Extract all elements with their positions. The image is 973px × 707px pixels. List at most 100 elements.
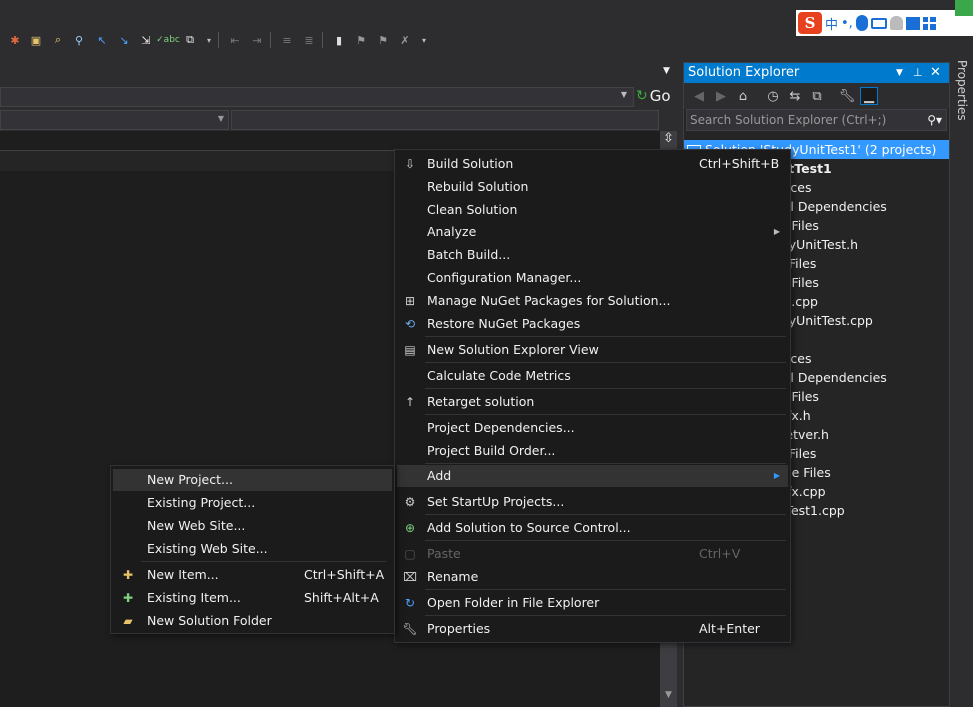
gear-icon: ⚙ bbox=[404, 495, 416, 509]
sogou-logo-icon[interactable]: S bbox=[798, 12, 822, 34]
back-icon[interactable]: ◀ bbox=[690, 87, 708, 105]
submenu-arrow-icon: ▶ bbox=[773, 471, 780, 480]
menu-item-new-solution-folder[interactable]: ▰ New Solution Folder bbox=[113, 610, 392, 632]
solution-explorer-search[interactable]: Search Solution Explorer (Ctrl+;) ⚲▾ bbox=[686, 109, 947, 131]
menu-item-batch-build[interactable]: Batch Build... bbox=[397, 244, 788, 266]
clear-bookmarks-icon[interactable]: ✗ bbox=[396, 31, 414, 49]
ime-toolbar: S 中 •, bbox=[796, 10, 973, 36]
skin-icon[interactable] bbox=[905, 16, 920, 30]
ime-punctuation-toggle[interactable]: •, bbox=[841, 16, 853, 31]
prev-bookmark-icon[interactable]: ⚑ bbox=[352, 31, 370, 49]
split-handle-icon[interactable]: ⇳ bbox=[660, 131, 677, 149]
close-icon[interactable]: ✕ bbox=[930, 63, 941, 83]
menu-item-build-solution[interactable]: ⇩ Build Solution Ctrl+Shift+B bbox=[397, 153, 788, 175]
properties-tab-label[interactable]: Properties bbox=[955, 60, 969, 121]
user-icon[interactable] bbox=[889, 16, 903, 30]
add-submenu: New Project... Existing Project... New W… bbox=[110, 465, 395, 634]
menu-item-rename[interactable]: ⌧ Rename bbox=[397, 566, 788, 588]
next-bookmark-icon[interactable]: ⚑ bbox=[374, 31, 392, 49]
find-replace-icon[interactable]: ⚲ bbox=[70, 31, 88, 49]
chevron-down-icon[interactable]: ▼ bbox=[621, 90, 627, 99]
chevron-down-icon: ▼ bbox=[217, 114, 224, 123]
main-toolbar: ✱ ▣ ⌕ ⚲ ↖ ↘ ⇲ ✓abc ⧉ ▾ ⇤ ⇥ ≡ ≣ ▮ ⚑ ⚑ ✗ ▾ bbox=[0, 26, 680, 56]
open-folder-icon[interactable]: ▣ bbox=[27, 31, 45, 49]
bookmark-icon[interactable]: ▮ bbox=[330, 31, 348, 49]
menu-item-open-folder[interactable]: ↻ Open Folder in File Explorer bbox=[397, 592, 788, 614]
navigate-forward-icon[interactable]: ↘ bbox=[115, 31, 133, 49]
tab-overflow-icon[interactable]: ▼ bbox=[663, 66, 670, 76]
menu-item-existing-web-site[interactable]: Existing Web Site... bbox=[113, 538, 392, 560]
editor-tab-strip bbox=[0, 150, 395, 171]
submenu-arrow-icon: ▶ bbox=[773, 227, 780, 236]
properties-side-tab[interactable] bbox=[951, 56, 973, 707]
search-icon[interactable]: ⚲▾ bbox=[927, 110, 942, 130]
menu-item-add-to-source-control[interactable]: ⊕ Add Solution to Source Control... bbox=[397, 517, 788, 539]
indent-icon[interactable]: ⇤ bbox=[226, 31, 244, 49]
menu-item-rebuild-solution[interactable]: Rebuild Solution bbox=[397, 176, 788, 198]
navigate-back-icon[interactable]: ↖ bbox=[93, 31, 111, 49]
microphone-icon[interactable] bbox=[855, 15, 868, 31]
menu-item-existing-item[interactable]: ✚ Existing Item... Shift+Alt+A bbox=[113, 587, 392, 609]
menu-item-existing-project[interactable]: Existing Project... bbox=[113, 492, 392, 514]
menu-item-clean-solution[interactable]: Clean Solution bbox=[397, 199, 788, 221]
wrench-icon: 🔧︎ bbox=[402, 622, 418, 636]
preview-icon[interactable]: ▁ bbox=[860, 87, 878, 105]
dropdown-icon[interactable]: ▾ bbox=[415, 31, 433, 49]
find-icon[interactable]: ⌕ bbox=[49, 31, 67, 49]
solution-explorer-toolbar: ◀ ▶ ⌂ ◷ ⇆ ⧉ 🔧︎ ▁ bbox=[684, 83, 949, 109]
uncomment-icon[interactable]: ≣ bbox=[300, 31, 318, 49]
window-tab-indicator[interactable] bbox=[955, 0, 973, 16]
sync-icon[interactable]: ⇆ bbox=[786, 87, 804, 105]
menu-item-project-build-order[interactable]: Project Build Order... bbox=[397, 440, 788, 462]
menu-item-new-solution-explorer-view[interactable]: ▤ New Solution Explorer View bbox=[397, 339, 788, 361]
navigation-bar: ▼ ↻ Go bbox=[0, 85, 677, 109]
menu-item-new-item[interactable]: ✚ New Item... Ctrl+Shift+A bbox=[113, 564, 392, 586]
wrench-icon[interactable]: 🔧︎ bbox=[838, 87, 856, 105]
build-solution-icon: ⇩ bbox=[404, 157, 416, 171]
attach-icon[interactable]: ⧉ bbox=[181, 31, 199, 49]
go-button[interactable]: ↻ Go bbox=[636, 87, 671, 105]
existing-item-icon: ✚ bbox=[122, 591, 134, 605]
paste-icon: ▢ bbox=[404, 547, 416, 561]
menu-item-add[interactable]: Add ▶ bbox=[397, 465, 788, 487]
menu-item-retarget-solution[interactable]: ↑ Retarget solution bbox=[397, 391, 788, 413]
menu-item-analyze[interactable]: Analyze ▶ bbox=[397, 221, 788, 243]
source-control-icon: ⊕ bbox=[404, 521, 416, 535]
solution-explorer-title: Solution Explorer bbox=[688, 65, 800, 80]
menu-item-properties[interactable]: 🔧︎ Properties Alt+Enter bbox=[397, 618, 788, 640]
menu-item-project-dependencies[interactable]: Project Dependencies... bbox=[397, 417, 788, 439]
collapse-all-icon[interactable]: ⧉ bbox=[808, 87, 826, 105]
up-arrow-icon: ↑ bbox=[404, 395, 416, 409]
menu-item-paste[interactable]: ▢ Paste Ctrl+V bbox=[397, 543, 788, 565]
menu-item-new-project[interactable]: New Project... bbox=[113, 469, 392, 491]
menu-item-new-web-site[interactable]: New Web Site... bbox=[113, 515, 392, 537]
menu-item-configuration-manager[interactable]: Configuration Manager... bbox=[397, 267, 788, 289]
step-icon[interactable]: ⇲ bbox=[137, 31, 155, 49]
pin-icon[interactable]: ⊥ bbox=[913, 63, 923, 83]
history-icon[interactable]: ◷ bbox=[764, 87, 782, 105]
rename-icon: ⌧ bbox=[403, 570, 417, 584]
window-position-icon[interactable]: ▼ bbox=[896, 63, 903, 83]
tools-grid-icon[interactable] bbox=[922, 16, 936, 30]
comment-icon[interactable]: ≡ bbox=[278, 31, 296, 49]
type-dropdown[interactable]: ▼ bbox=[0, 110, 229, 130]
menu-item-restore-nuget[interactable]: ⟲ Restore NuGet Packages bbox=[397, 313, 788, 335]
menu-item-manage-nuget[interactable]: ⊞ Manage NuGet Packages for Solution... bbox=[397, 290, 788, 312]
dropdown-icon[interactable]: ▾ bbox=[200, 31, 218, 49]
refresh-icon: ↻ bbox=[404, 596, 416, 610]
go-arrow-icon: ↻ bbox=[636, 88, 648, 104]
ime-language-toggle[interactable]: 中 bbox=[825, 14, 838, 33]
forward-icon[interactable]: ▶ bbox=[712, 87, 730, 105]
address-box[interactable]: ▼ bbox=[0, 87, 634, 107]
scroll-down-icon[interactable]: ▼ bbox=[660, 690, 677, 706]
member-dropdown[interactable] bbox=[231, 110, 659, 130]
menu-item-set-startup-projects[interactable]: ⚙ Set StartUp Projects... bbox=[397, 491, 788, 513]
solution-explorer-title-bar[interactable]: Solution Explorer ▼ ⊥ ✕ bbox=[684, 63, 949, 83]
build-icon[interactable]: ✱ bbox=[6, 31, 24, 49]
outdent-icon[interactable]: ⇥ bbox=[248, 31, 266, 49]
home-icon[interactable]: ⌂ bbox=[734, 87, 752, 105]
spell-check-icon[interactable]: ✓abc bbox=[156, 31, 180, 49]
member-dropdowns: ▼ bbox=[0, 110, 677, 130]
keyboard-icon[interactable] bbox=[870, 17, 887, 29]
menu-item-calculate-code-metrics[interactable]: Calculate Code Metrics bbox=[397, 365, 788, 387]
